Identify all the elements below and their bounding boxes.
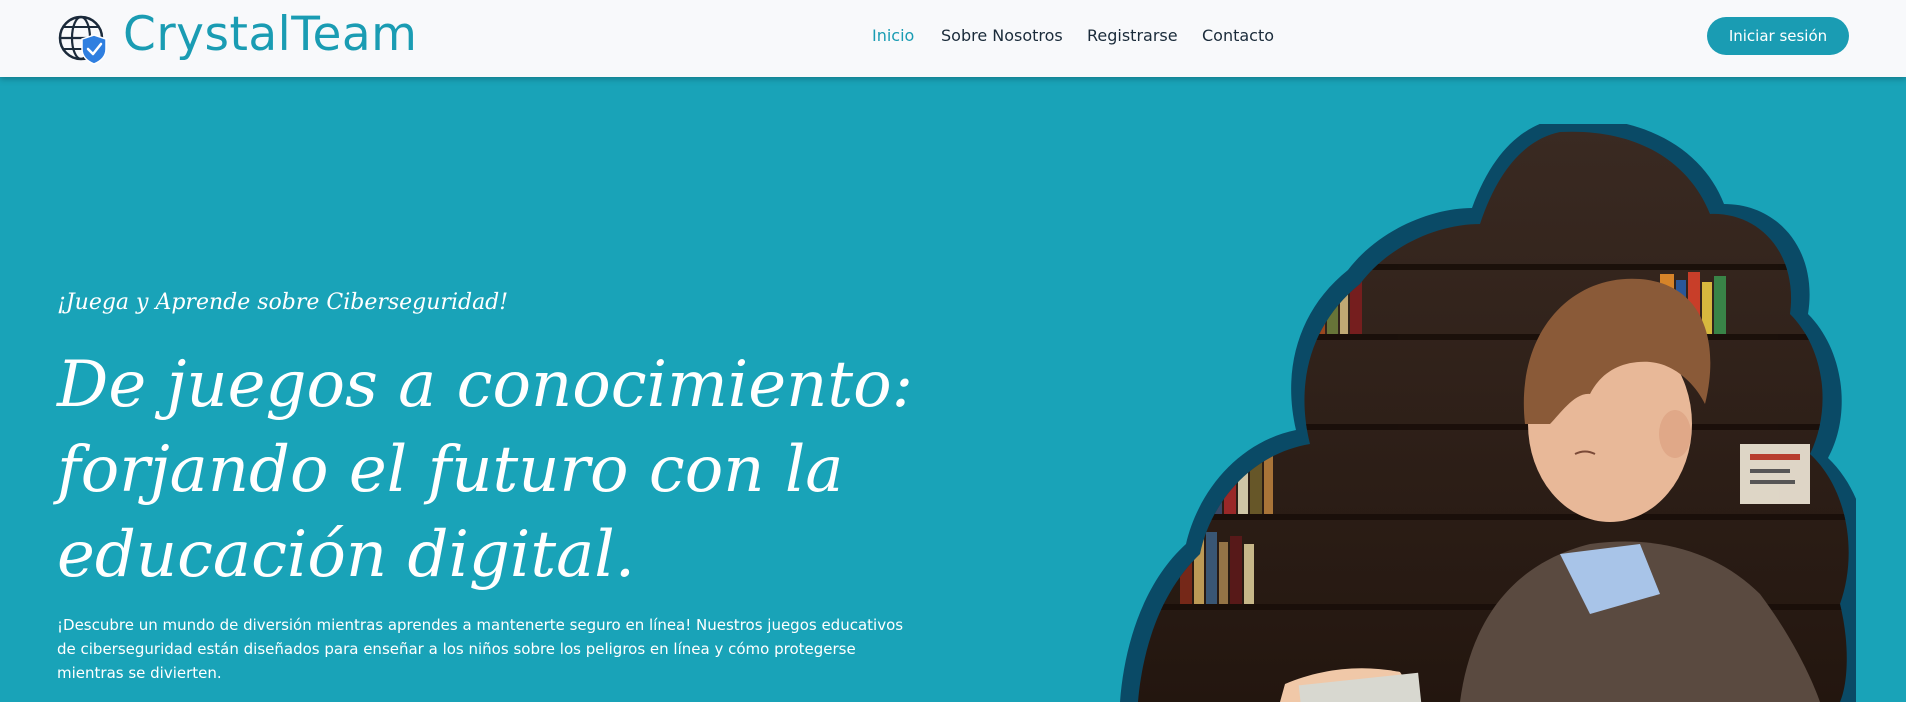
hero-headline: De juegos a conocimiento: forjando el fu… bbox=[57, 348, 914, 592]
hero-description: ¡Descubre un mundo de diversión mientras… bbox=[57, 616, 904, 682]
nav-link-registrarse[interactable]: Registrarse bbox=[1087, 24, 1178, 48]
navbar: CrystalTeam Inicio Sobre Nosotros Regist… bbox=[0, 0, 1906, 77]
nav-link-inicio[interactable]: Inicio bbox=[872, 24, 914, 48]
login-button[interactable]: Iniciar sesión bbox=[1707, 17, 1849, 55]
hero-eyebrow: ¡Juega y Aprende sobre Ciberseguridad! bbox=[57, 290, 509, 315]
hero-image bbox=[1120, 124, 1856, 702]
nav-link-sobre-nosotros[interactable]: Sobre Nosotros bbox=[941, 24, 1063, 48]
main-nav: Inicio Sobre Nosotros Registrarse Contac… bbox=[0, 24, 1906, 48]
nav-link-contacto[interactable]: Contacto bbox=[1202, 24, 1274, 48]
